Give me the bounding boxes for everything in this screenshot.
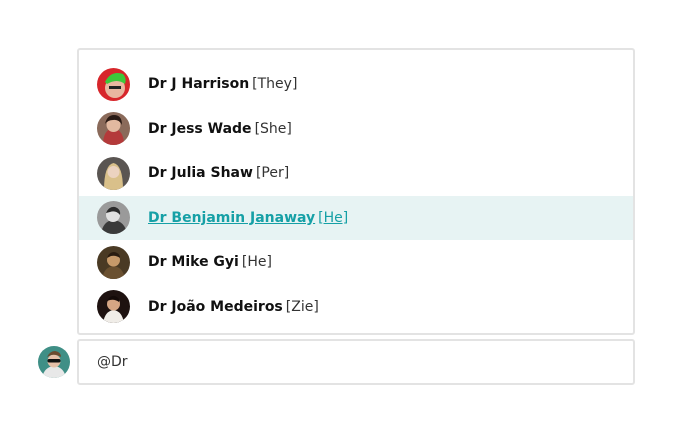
mention-pronoun: [She]: [254, 120, 292, 137]
avatar: [97, 67, 130, 101]
comment-mention-widget: Dr J Harrison[They] Dr Jess Wade[She]: [0, 0, 674, 440]
mention-name: Dr Benjamin Janaway: [148, 209, 316, 226]
mention-pronoun: [They]: [252, 76, 298, 93]
mention-item[interactable]: Dr Julia Shaw [Per]: [79, 151, 633, 196]
mention-pronoun: [He]: [318, 209, 349, 226]
mention-item[interactable]: Dr J Harrison [They]: [79, 62, 633, 107]
avatar: [38, 346, 70, 378]
mention-item[interactable]: Dr João Medeiros [Zie]: [79, 285, 633, 330]
avatar: [97, 201, 130, 235]
mention-pronoun: [Zie]: [285, 298, 319, 315]
mention-item-active[interactable]: Dr Benjamin Janaway [He]: [79, 195, 633, 240]
mention-name: Dr J Harrison: [148, 76, 250, 93]
mention-name: Dr João Medeiros: [148, 298, 283, 315]
mention-item[interactable]: Dr Jess Wade [She]: [79, 107, 633, 152]
mention-item[interactable]: Dr Mike Gyi [He]: [79, 240, 633, 285]
mention-name: Dr Julia Shaw: [148, 165, 253, 182]
avatar: [97, 245, 130, 279]
comment-input[interactable]: [77, 339, 635, 385]
mention-suggestion-list: Dr J Harrison[They] Dr Jess Wade[She]: [77, 48, 635, 335]
mention-name: Dr Mike Gyi: [148, 254, 239, 271]
mention-name: Dr Jess Wade: [148, 120, 252, 137]
avatar: [97, 290, 130, 324]
avatar: [97, 156, 130, 190]
mention-pronoun: [Per]: [255, 165, 290, 182]
mention-pronoun: [He]: [241, 254, 272, 271]
avatar: [97, 112, 130, 146]
